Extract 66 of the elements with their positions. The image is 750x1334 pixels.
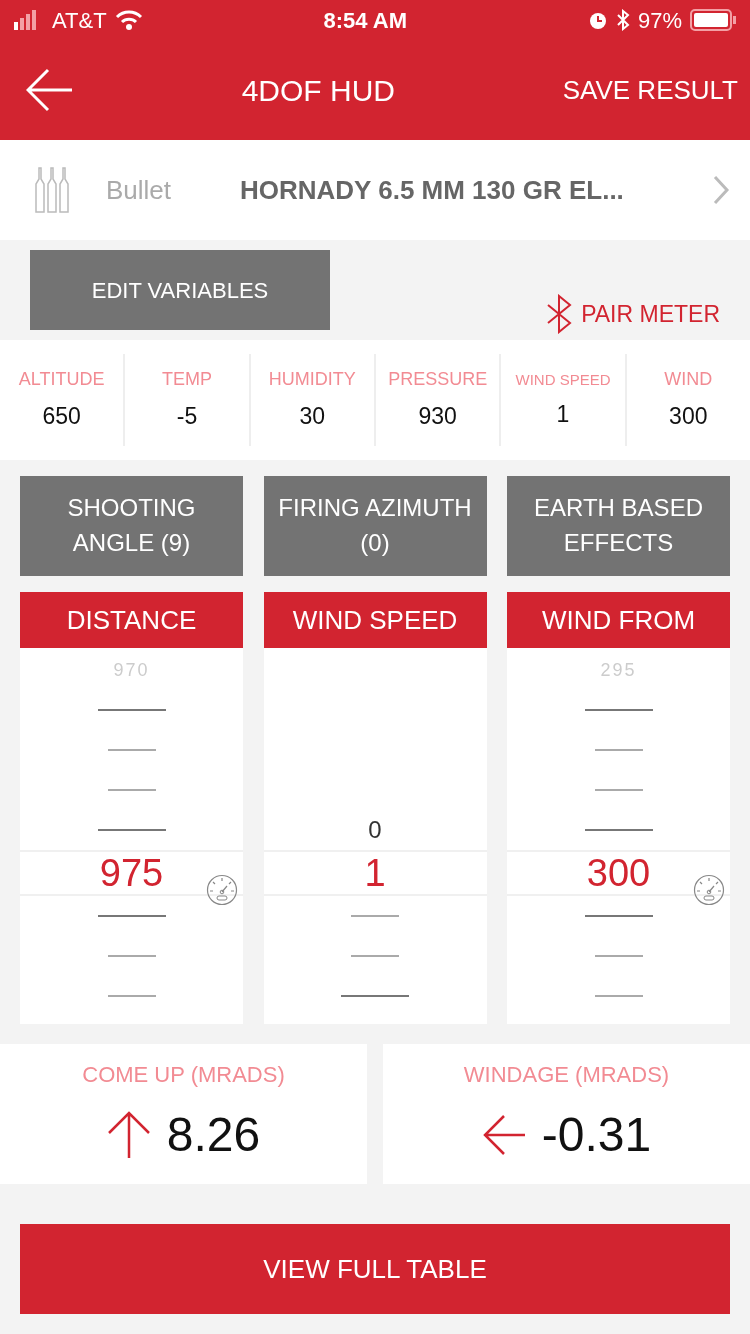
battery-icon	[690, 9, 736, 31]
chevron-right-icon	[712, 175, 730, 205]
condition-value: 1	[555, 400, 571, 429]
pair-meter-button[interactable]: PAIR METER	[545, 294, 720, 334]
tick-mark	[594, 789, 643, 791]
bullet-name: HORNADY 6.5 MM 130 GR EL...	[240, 173, 625, 207]
picker-header: DISTANCE	[20, 592, 243, 648]
view-full-table-button[interactable]: VIEW FULL TABLE	[20, 1224, 730, 1314]
tick-mark	[584, 829, 653, 831]
selected-value: 1	[364, 850, 386, 896]
condition-label: TEMP	[161, 368, 213, 392]
tick-mark	[107, 995, 156, 997]
bullet-label: Bullet	[106, 173, 173, 207]
edit-variables-button[interactable]: EDIT VARIABLES	[30, 250, 330, 330]
bluetooth-icon	[615, 9, 630, 31]
picker-wheel[interactable]: 0 1	[263, 648, 487, 1024]
carrier-name: AT&T	[52, 6, 107, 35]
left-arrow-icon	[481, 1114, 526, 1155]
bullet-row[interactable]: Bullet HORNADY 6.5 MM 130 GR EL...	[0, 140, 750, 240]
gauge-icon[interactable]	[206, 873, 238, 906]
screen-title: 4DOF HUD	[240, 72, 396, 109]
gauge-icon[interactable]	[693, 873, 725, 906]
condition-value: -5	[175, 402, 199, 432]
tick-mark	[97, 709, 166, 711]
picker-value: 0	[368, 815, 382, 845]
condition-label: ALTITUDE	[17, 368, 106, 392]
save-result-button[interactable]: SAVE RESULT	[562, 70, 738, 110]
option-button[interactable]: EARTH BASED EFFECTS	[507, 476, 730, 576]
picker-header: WIND FROM	[507, 592, 730, 648]
back-button[interactable]	[26, 68, 74, 112]
tick-mark	[594, 955, 643, 957]
condition-label: PRESSURE	[387, 368, 489, 392]
tick-mark	[351, 915, 399, 917]
status-time: 8:54 AM	[322, 6, 409, 35]
selected-value: 300	[586, 850, 651, 896]
bluetooth-icon	[545, 294, 574, 334]
up-arrow-icon	[106, 1109, 151, 1160]
result-label: WINDAGE (MRADS)	[463, 1060, 670, 1089]
tick-mark	[97, 915, 166, 917]
condition-label: WIND	[663, 368, 714, 392]
result-label: COME UP (MRADS)	[82, 1060, 285, 1089]
tick-mark	[584, 915, 653, 917]
tick-mark	[107, 789, 156, 791]
tick-mark	[351, 955, 399, 957]
tick-mark	[97, 829, 166, 831]
tick-mark	[584, 709, 653, 711]
condition-value: 650	[41, 402, 82, 432]
selected-value: 975	[99, 850, 164, 896]
option-button[interactable]: FIRING AZIMUTH (0)	[263, 476, 487, 576]
tick-mark	[107, 955, 156, 957]
alarm-icon	[587, 10, 608, 30]
tick-mark	[594, 749, 643, 751]
picker-header: WIND SPEED	[263, 592, 487, 648]
wifi-icon	[114, 10, 143, 30]
condition-value: 930	[417, 402, 458, 432]
option-button[interactable]: SHOOTING ANGLE (9)	[20, 476, 243, 576]
result-value: 8.26	[166, 1106, 261, 1163]
condition-value: 300	[668, 402, 709, 432]
condition-label: HUMIDITY	[267, 368, 357, 392]
tick-mark	[594, 995, 643, 997]
tick-mark	[341, 995, 409, 997]
condition-value: 30	[298, 402, 327, 432]
battery-percent: 97%	[637, 6, 682, 35]
tick-mark	[107, 749, 156, 751]
result-value: -0.31	[541, 1106, 652, 1163]
condition-label: WIND SPEED	[514, 369, 612, 390]
